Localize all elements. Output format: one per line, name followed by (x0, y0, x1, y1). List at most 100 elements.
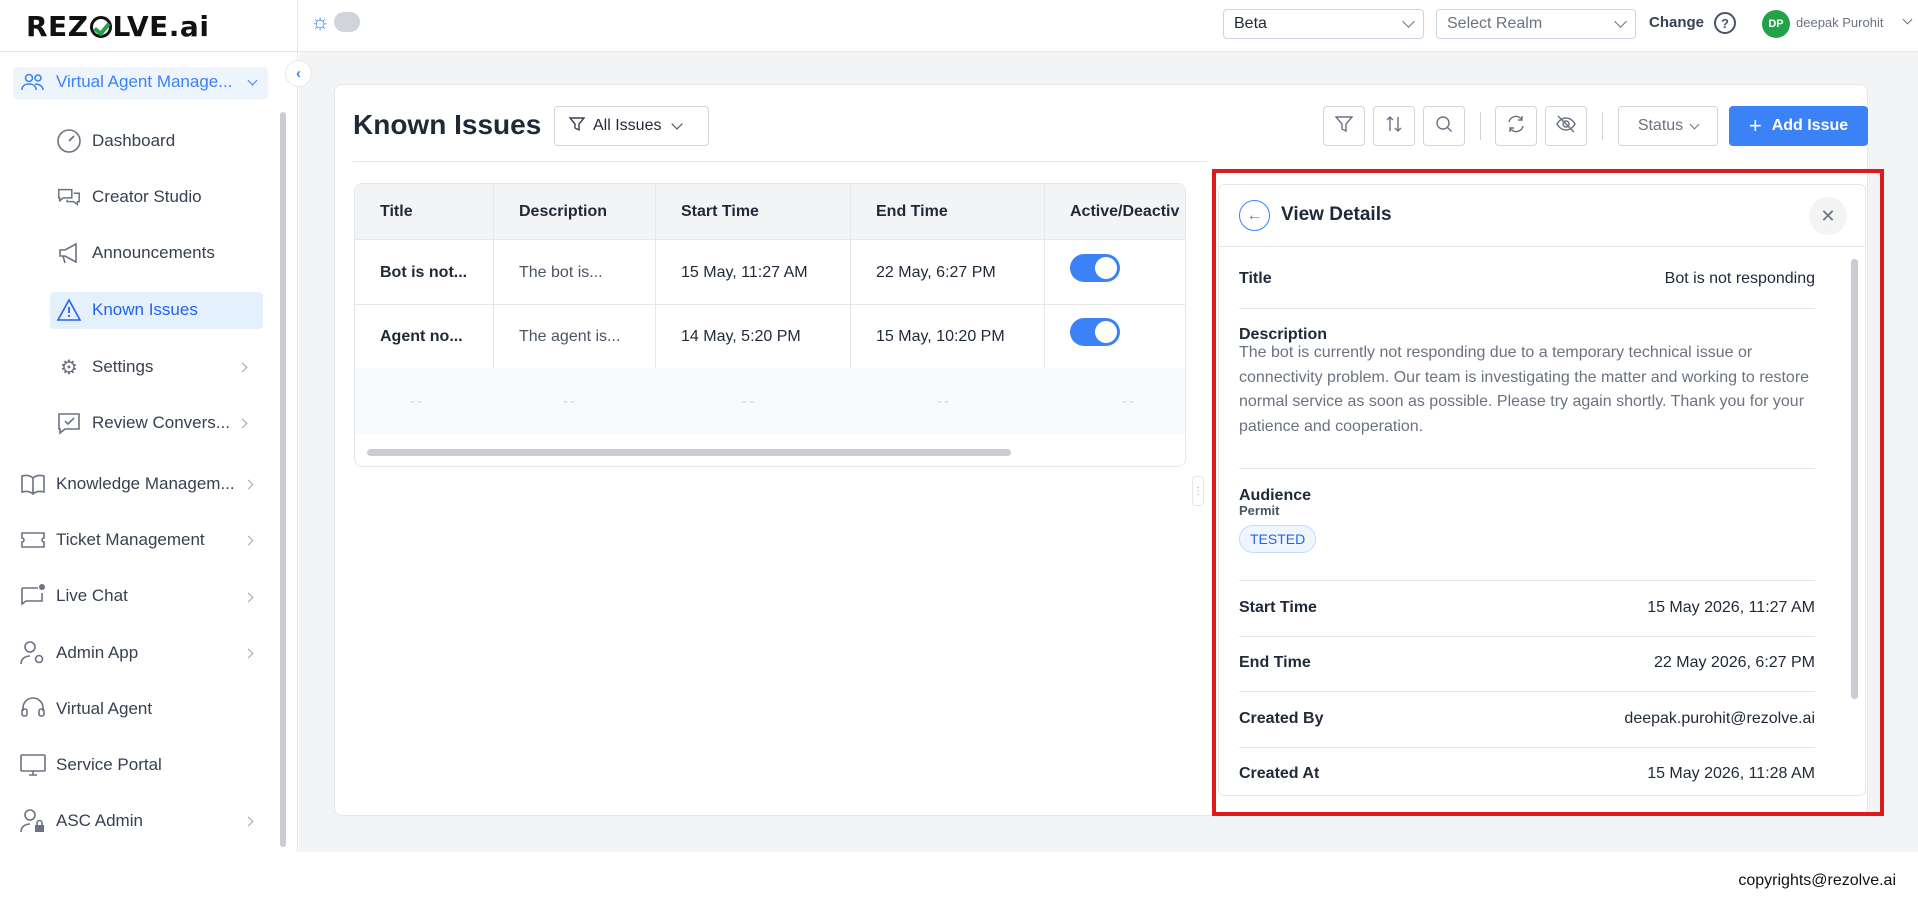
sort-arrows-icon (1385, 115, 1403, 138)
sidebar-item-label: Admin App (56, 643, 139, 662)
close-icon[interactable]: ✕ (1809, 197, 1847, 235)
cell-active (1070, 241, 1120, 295)
cell-title[interactable]: Agent no... (380, 305, 463, 368)
resize-handle-icon[interactable]: ⋮ (1192, 476, 1204, 506)
details-scrollbar[interactable] (1851, 259, 1858, 699)
top-bar: REZ LVE.ai ☼ Beta Select Realm Change ? D… (0, 0, 1918, 52)
view-details-panel: ← View Details ✕ Title Bot is not respon… (1218, 184, 1866, 796)
sidebar-item-service-portal[interactable]: Service Portal (20, 753, 162, 777)
user-name[interactable]: deepak Purohit (1796, 15, 1883, 30)
logo-check-icon (89, 15, 112, 38)
change-button[interactable]: Change (1649, 14, 1704, 31)
sort-button[interactable] (1373, 106, 1415, 146)
active-toggle[interactable] (1070, 254, 1120, 282)
logo[interactable]: REZ LVE.ai (26, 10, 209, 43)
user-lock-icon (20, 809, 46, 833)
cell-end-time: 15 May, 10:20 PM (876, 327, 1005, 345)
sidebar-scrollbar[interactable] (280, 112, 286, 847)
sidebar-item-settings[interactable]: ⚙ Settings (56, 355, 153, 379)
column-header-end-time[interactable]: End Time (876, 184, 948, 240)
sidebar-item-label: ASC Admin (56, 811, 143, 830)
back-arrow-icon[interactable]: ← (1239, 200, 1270, 231)
chevron-down-icon (1614, 15, 1627, 28)
status-dropdown[interactable]: Status (1618, 106, 1718, 146)
refresh-button[interactable] (1495, 106, 1537, 146)
sidebar-item-label: Service Portal (56, 755, 162, 774)
table-horizontal-scrollbar[interactable] (367, 449, 1011, 456)
column-header-start-time[interactable]: Start Time (681, 184, 759, 240)
hide-columns-button[interactable] (1545, 106, 1587, 146)
empty-cell: -- (1122, 392, 1136, 410)
detail-label: End Time (1239, 654, 1311, 671)
detail-description-text: The bot is currently not responding due … (1239, 344, 1810, 435)
sidebar-item-label: Knowledge Managem... (56, 474, 235, 493)
cell-description: The bot is... (519, 263, 603, 281)
detail-label: Start Time (1239, 599, 1317, 616)
issues-filter-dropdown[interactable]: All Issues (554, 106, 709, 146)
avatar[interactable]: DP (1762, 10, 1790, 38)
theme-toggle-track[interactable] (334, 12, 361, 32)
active-toggle[interactable] (1070, 318, 1120, 346)
cell-description: The agent is... (519, 327, 621, 345)
environment-select[interactable]: Beta (1223, 9, 1424, 39)
detail-row-description: Description The bot is currently not res… (1239, 309, 1815, 469)
sidebar-item-known-issues[interactable]: Known Issues (56, 298, 198, 322)
toolbar-divider (1602, 112, 1603, 140)
table-row[interactable]: Agent no... The agent is... 14 May, 5:20… (355, 305, 1185, 369)
sidebar-item-virtual-agent-management[interactable]: Virtual Agent Manage... (20, 70, 232, 94)
permit-chip: TESTED (1239, 525, 1317, 553)
user-menu-chevron-icon[interactable] (1902, 14, 1913, 25)
cell-start-time: 15 May, 11:27 AM (681, 263, 808, 281)
ticket-icon (20, 528, 46, 552)
gear-icon: ⚙ (60, 356, 78, 379)
sidebar-item-live-chat[interactable]: Live Chat (20, 584, 128, 608)
detail-row-created-by: Created By deepak.purohit@rezolve.ai (1239, 692, 1815, 748)
page-title: Known Issues (353, 109, 542, 140)
sidebar-item-admin-app[interactable]: Admin App (20, 641, 138, 665)
issues-filter-value: All Issues (593, 117, 662, 134)
column-header-description[interactable]: Description (519, 184, 607, 240)
realm-select-placeholder: Select Realm (1447, 15, 1543, 32)
sidebar-item-label: Dashboard (92, 131, 176, 150)
sidebar-item-review-conversations[interactable]: Review Convers... (56, 411, 230, 435)
detail-value: 22 May 2026, 6:27 PM (1654, 654, 1815, 671)
funnel-icon (1334, 115, 1354, 138)
search-button[interactable] (1423, 106, 1465, 146)
filter-button[interactable] (1323, 106, 1365, 146)
chat-check-icon (56, 411, 82, 435)
detail-row-start-time: Start Time 15 May 2026, 11:27 AM (1239, 581, 1815, 637)
details-header: ← View Details ✕ (1219, 185, 1865, 247)
cell-active (1070, 305, 1120, 359)
sidebar-item-label: Virtual Agent (56, 699, 153, 718)
sidebar-item-ticket-management[interactable]: Ticket Management (20, 528, 205, 552)
search-icon (1435, 115, 1453, 138)
detail-value: deepak.purohit@rezolve.ai (1624, 710, 1815, 727)
column-header-active[interactable]: Active/Deactiv (1070, 184, 1179, 240)
realm-select[interactable]: Select Realm (1436, 9, 1636, 39)
plus-icon: + (1748, 113, 1762, 138)
detail-row-audience: Audience Permit TESTED (1239, 469, 1815, 581)
table-row[interactable]: Bot is not... The bot is... 15 May, 11:2… (355, 241, 1185, 305)
refresh-icon (1506, 114, 1526, 139)
cell-title[interactable]: Bot is not... (380, 241, 467, 304)
sidebar-item-virtual-agent[interactable]: Virtual Agent (20, 697, 152, 721)
sidebar-item-label: Known Issues (92, 300, 198, 319)
sidebar-item-asc-admin[interactable]: ASC Admin (20, 809, 143, 833)
detail-label: Created By (1239, 710, 1324, 727)
help-icon[interactable]: ? (1714, 12, 1736, 34)
sidebar-item-knowledge-management[interactable]: Knowledge Managem... (20, 472, 235, 496)
chat-bubbles-icon (56, 185, 82, 209)
sidebar-item-dashboard[interactable]: Dashboard (56, 129, 175, 153)
column-header-title[interactable]: Title (380, 184, 413, 240)
sidebar-item-announcements[interactable]: Announcements (56, 241, 215, 265)
sidebar-item-creator-studio[interactable]: Creator Studio (56, 185, 202, 209)
detail-row-created-at: Created At 15 May 2026, 11:28 AM (1239, 748, 1815, 795)
title-divider (353, 161, 1207, 162)
theme-toggle[interactable]: ☼ (310, 11, 361, 33)
add-issue-button[interactable]: + Add Issue (1729, 106, 1868, 146)
issues-table: Title Description Start Time End Time Ac… (354, 183, 1186, 467)
collapse-sidebar-button[interactable]: ‹ (285, 60, 312, 87)
detail-label: Created At (1239, 765, 1320, 782)
empty-cell: -- (410, 392, 424, 410)
empty-cell: -- (742, 392, 756, 410)
